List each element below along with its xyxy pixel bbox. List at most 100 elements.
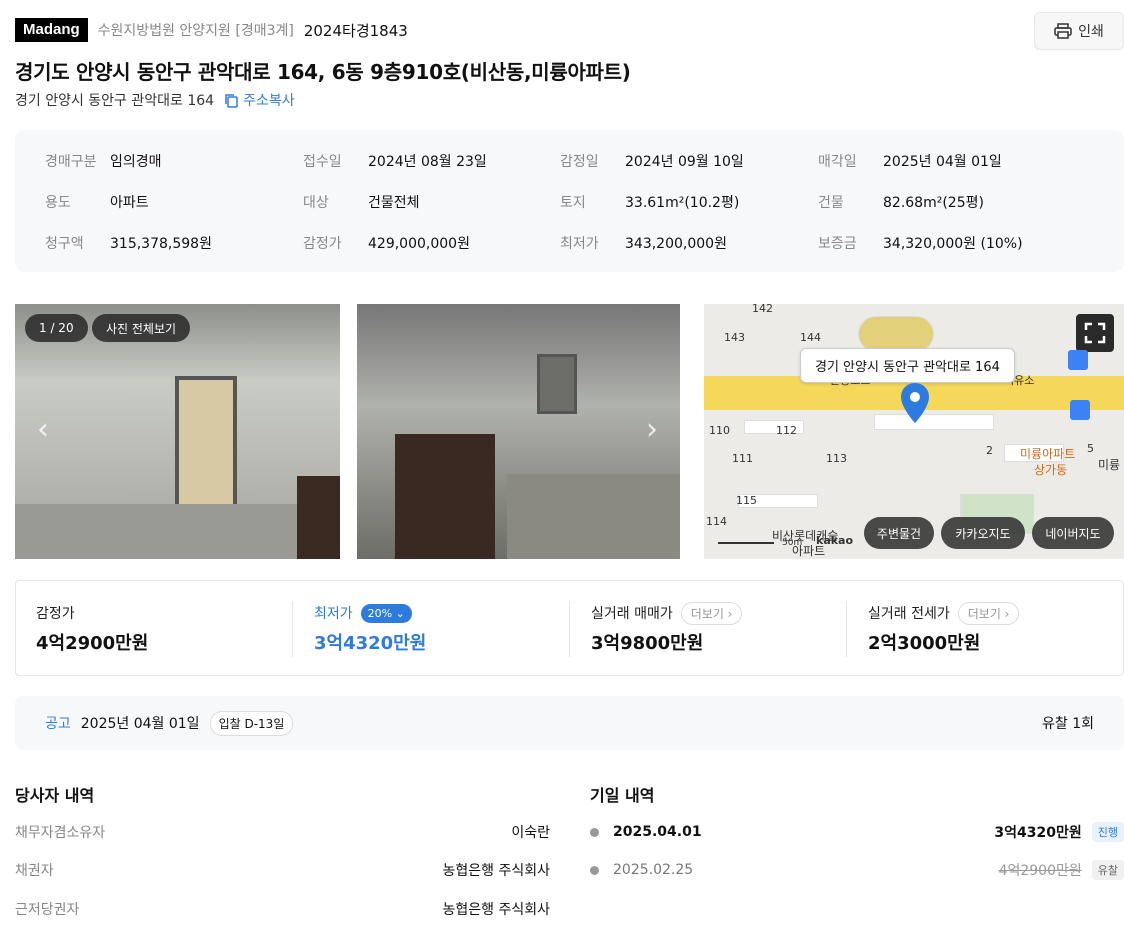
info-cell: 보증금 34,320,000원 (10%) <box>818 233 1023 253</box>
scale-label: 50m <box>782 538 803 548</box>
kakao-map-button[interactable]: 카카오지도 <box>941 517 1025 549</box>
expand-icon <box>1084 322 1106 344</box>
info-cell: 용도 아파트 <box>45 192 149 212</box>
info-key: 경매구분 <box>45 154 97 170</box>
schedule-title: 기일 내역 <box>590 786 655 805</box>
info-key: 감정일 <box>560 154 599 170</box>
info-value: 34,320,000원 (10%) <box>883 236 1023 252</box>
chevron-left-icon[interactable]: ‹ <box>37 412 49 447</box>
chevron-right-icon[interactable]: › <box>646 412 658 447</box>
real-jeonse-price: 실거래 전세가 더보기 › 2억3000만원 <box>868 601 1020 655</box>
schedule-price: 4억2900만원 <box>998 863 1082 879</box>
price-label: 실거래 전세가 <box>868 606 950 622</box>
brand-logo[interactable]: Madang <box>15 18 88 42</box>
schedule-row: 2025.04.01 3억4320만원 진행 <box>590 822 1124 842</box>
map-label: 미륭아파트 <box>1020 447 1076 461</box>
photo-counter: 1 / 20 <box>25 314 88 342</box>
printer-icon <box>1054 23 1072 39</box>
map-label: 115 <box>736 494 757 507</box>
print-label: 인쇄 <box>1078 24 1104 40</box>
price-value: 4억2900만원 <box>36 633 149 654</box>
info-key: 건물 <box>818 195 844 211</box>
price-value: 3억9800만원 <box>591 633 704 654</box>
info-cell: 경매구분 임의경매 <box>45 151 162 171</box>
property-photo-1[interactable]: 1 / 20 사진 전체보기 ‹ <box>15 304 340 559</box>
address-tooltip: 경기 안양시 동안구 관악대로 164 <box>800 348 1015 383</box>
map-label: 143 <box>724 331 745 344</box>
naver-map-button[interactable]: 네이버지도 <box>1032 517 1114 549</box>
view-all-photos-button[interactable]: 사진 전체보기 <box>92 314 191 342</box>
map-label: 114 <box>706 515 727 528</box>
info-value: 33.61m²(10.2평) <box>625 195 740 211</box>
parties-title: 당사자 내역 <box>15 786 95 805</box>
map-label: 110 <box>709 424 730 437</box>
info-value: 임의경매 <box>110 154 162 170</box>
info-cell: 건물 82.68m²(25평) <box>818 192 984 212</box>
info-cell: 토지 33.61m²(10.2평) <box>560 192 739 212</box>
info-value: 429,000,000원 <box>368 236 470 252</box>
info-value: 건물전체 <box>368 195 420 211</box>
cabinet <box>297 476 340 559</box>
road-address: 경기 안양시 동안구 관악대로 164 <box>15 93 215 109</box>
more-button[interactable]: 더보기 › <box>957 601 1020 625</box>
property-title: 경기도 안양시 동안구 관악대로 164, 6동 9층910호(비산동,미륭아파… <box>15 60 631 84</box>
map-label: 2 <box>986 444 993 457</box>
divider <box>292 601 293 657</box>
party-row: 채권자 농협은행 주식회사 <box>15 860 550 880</box>
party-role: 근저당권자 <box>15 902 80 918</box>
case-number: 2024타경1843 <box>303 21 408 40</box>
hall-window <box>537 354 577 414</box>
more-button[interactable]: 더보기 › <box>680 601 743 625</box>
divider <box>569 601 570 657</box>
copy-icon <box>225 93 238 108</box>
price-value: 2억3000만원 <box>868 633 981 654</box>
location-map[interactable]: 142 143 144 110 112 111 113 115 114 2 5 … <box>704 304 1124 559</box>
notice-date: 2025년 04월 01일 <box>80 716 200 732</box>
info-key: 접수일 <box>303 154 342 170</box>
party-row: 근저당권자 농협은행 주식회사 <box>15 899 550 919</box>
info-key: 토지 <box>560 195 586 211</box>
map-label: 111 <box>732 452 753 465</box>
field <box>858 316 934 352</box>
price-summary: 감정가 4억2900만원 최저가 20% ⌄ 3억4320만원 실거래 매매가 더보… <box>15 580 1124 676</box>
info-value: 2025년 04월 01일 <box>883 154 1002 170</box>
auction-notice-bar: 공고 2025년 04월 01일 입찰 D-13일 유찰 1회 <box>15 696 1124 750</box>
info-cell: 접수일 2024년 08월 23일 <box>303 151 487 171</box>
party-role: 채권자 <box>15 863 54 879</box>
info-cell: 매각일 2025년 04월 01일 <box>818 151 1002 171</box>
elevator-door <box>175 376 237 508</box>
map-label: 142 <box>752 304 773 315</box>
copy-address-button[interactable]: 주소복사 <box>224 90 295 110</box>
court-name: 수원지방법원 안양지원 [경매3계] <box>97 23 294 39</box>
case-header: Madang 수원지방법원 안양지원 [경매3계] 2024타경1843 <box>15 18 408 42</box>
minimum-price: 최저가 20% ⌄ 3억4320만원 <box>314 601 426 655</box>
divider <box>846 601 847 657</box>
map-label: 5 <box>1087 442 1094 455</box>
price-value: 3억4320만원 <box>314 633 427 654</box>
hall-floor <box>507 474 680 559</box>
floor-area <box>15 504 340 559</box>
map-label: 미륭 <box>1098 458 1121 472</box>
dday-badge: 입찰 D-13일 <box>209 710 294 736</box>
expand-map-button[interactable] <box>1076 314 1114 352</box>
scale-bar <box>718 542 774 544</box>
map-label: 113 <box>826 452 847 465</box>
nearby-properties-button[interactable]: 주변물건 <box>864 517 934 549</box>
info-cell: 최저가 343,200,000원 <box>560 233 727 253</box>
real-trade-price: 실거래 매매가 더보기 › 3억9800만원 <box>591 601 743 655</box>
schedule-row: 2025.02.25 4억2900만원 유찰 <box>590 860 1124 880</box>
info-value: 2024년 09월 10일 <box>625 154 744 170</box>
schedule-date: 2025.02.25 <box>613 862 694 878</box>
bid-result: 유찰 1회 <box>1042 716 1094 732</box>
discount-badge[interactable]: 20% ⌄ <box>360 603 412 623</box>
map-label: 상가동 <box>1034 463 1068 477</box>
price-label: 최저가 <box>314 606 353 622</box>
property-photo-2[interactable]: › <box>357 304 680 559</box>
schedule-date: 2025.04.01 <box>613 824 702 840</box>
party-name: 이숙란 <box>511 825 550 841</box>
price-label: 감정가 <box>36 606 75 622</box>
location-pin-icon <box>901 383 929 423</box>
info-key: 용도 <box>45 195 71 211</box>
print-button[interactable]: 인쇄 <box>1034 12 1124 50</box>
copy-address-label: 주소복사 <box>243 93 295 109</box>
